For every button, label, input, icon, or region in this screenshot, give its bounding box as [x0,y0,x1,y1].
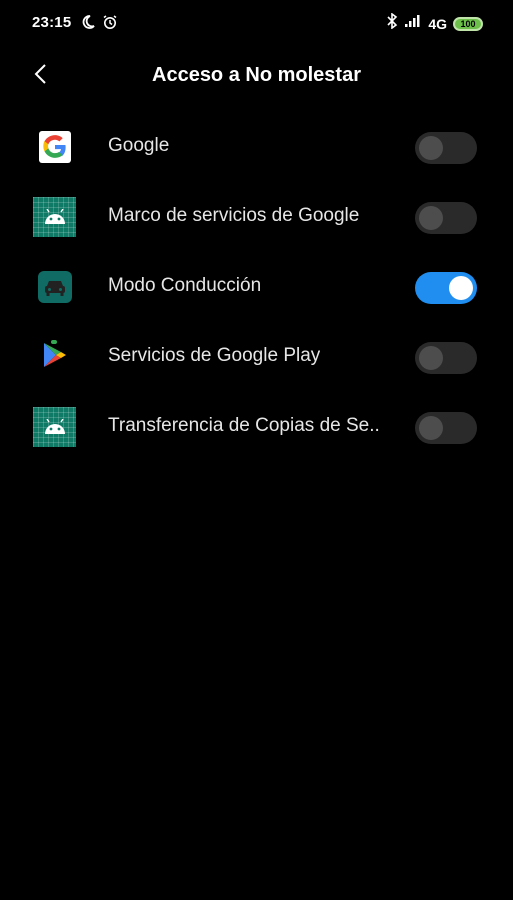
signal-icon [404,14,422,33]
app-icon [33,197,76,237]
bluetooth-icon [386,12,398,34]
moon-icon [80,14,96,35]
toggle-switch[interactable] [415,412,477,444]
app-row-modo-conduccion[interactable]: Modo Conducción [0,252,513,322]
status-right-group: 4G 100 [386,12,483,34]
app-row-play-services[interactable]: Servicios de Google Play [0,322,513,392]
app-row-transferencia-copias[interactable]: Transferencia de Copias de Se.. [0,392,513,462]
status-time: 23:15 [32,14,72,31]
play-services-icon [40,339,70,376]
android-icon [33,197,76,237]
toggle-switch[interactable] [415,342,477,374]
app-icon [33,127,76,167]
android-icon [33,407,76,447]
header: Acceso a No molestar [0,52,513,100]
toggle-switch[interactable] [415,202,477,234]
status-left-icons [80,14,118,35]
app-label: Servicios de Google Play [108,345,321,366]
toggle-knob [449,276,473,300]
app-icon [33,337,76,377]
toggle-knob [419,416,443,440]
app-label: Google [108,135,170,156]
app-icon [33,267,76,307]
network-type: 4G [428,15,447,32]
app-row-google[interactable]: Google [0,112,513,182]
battery-level: 100 [460,18,476,29]
alarm-icon [102,14,118,35]
page-title: Acceso a No molestar [152,64,361,86]
app-label: Marco de servicios de Google [108,205,360,226]
toggle-switch[interactable] [415,272,477,304]
toggle-switch[interactable] [415,132,477,164]
app-label: Modo Conducción [108,275,262,296]
car-icon [37,271,72,303]
app-label: Transferencia de Copias de Se.. [108,415,380,436]
status-bar: 23:15 4G 100 [0,0,513,48]
toggle-knob [419,136,443,160]
google-icon [38,131,71,163]
app-icon [33,407,76,447]
app-row-marco-servicios[interactable]: Marco de servicios de Google [0,182,513,252]
toggle-knob [419,346,443,370]
app-list: Google Marco de servicios de Google Modo… [0,112,513,462]
battery-icon: 100 [453,16,483,31]
toggle-knob [419,206,443,230]
